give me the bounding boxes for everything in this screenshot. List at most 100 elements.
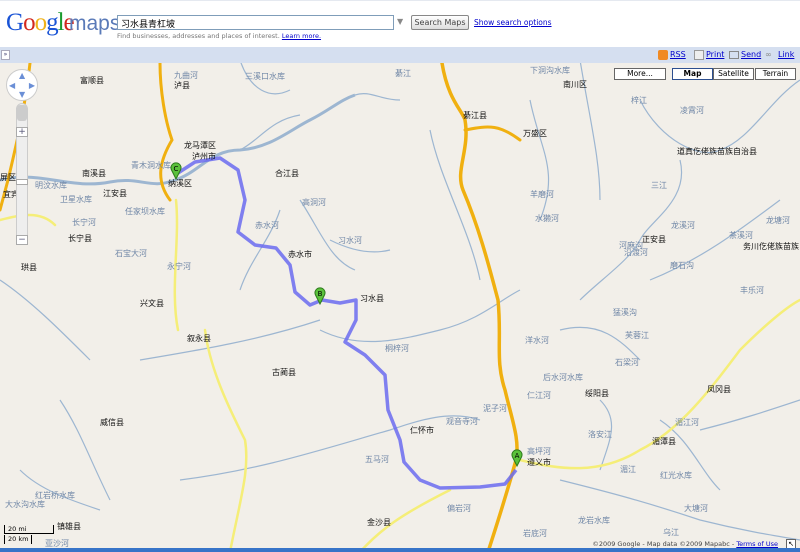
marker-c-label: C bbox=[174, 165, 179, 173]
map-label: 南溪县 bbox=[82, 169, 106, 178]
zoom-slider-handle[interactable] bbox=[16, 179, 28, 185]
rss-icon[interactable] bbox=[658, 50, 668, 60]
map-label: 石梁河 bbox=[615, 358, 639, 367]
map-label: 龙溪河 bbox=[671, 221, 695, 230]
map-label: 习水河 bbox=[338, 236, 362, 245]
map-label: 泸县 bbox=[174, 81, 190, 90]
map-label: 石宝大河 bbox=[115, 249, 147, 258]
map-canvas[interactable]: 富顺县 九曲河 泸县 三溪口水库 龙马潭区 泸州市 青木洞水库 纳溪区 南溪县 … bbox=[0, 63, 800, 548]
collapse-panel-button[interactable]: » bbox=[1, 50, 10, 60]
print-link[interactable]: Print bbox=[706, 50, 724, 59]
search-maps-button[interactable]: Search Maps bbox=[411, 15, 469, 30]
send-link[interactable]: Send bbox=[741, 50, 761, 59]
pan-right-icon[interactable]: ▶ bbox=[29, 81, 35, 90]
marker-b[interactable]: B bbox=[314, 287, 326, 305]
map-label: 下洞沟水库 bbox=[530, 66, 570, 75]
copyright: ©2009 Google - Map data ©2009 Mapabc - T… bbox=[592, 540, 778, 548]
map-label: 南川区 bbox=[563, 80, 587, 89]
map-label: 水獭河 bbox=[535, 214, 559, 223]
map-label: 威信县 bbox=[100, 418, 124, 427]
learn-more-link[interactable]: Learn more. bbox=[282, 32, 321, 40]
search-input[interactable]: 习水县青杠坡 bbox=[117, 15, 394, 30]
zoom-slider[interactable] bbox=[16, 103, 28, 243]
rivers bbox=[0, 63, 800, 541]
map-label: 江安县 bbox=[103, 189, 127, 198]
map-label: 卫星水库 bbox=[60, 195, 92, 204]
terms-of-use-link[interactable]: Terms of Use bbox=[736, 540, 778, 548]
map-label: 富顺县 bbox=[80, 76, 104, 85]
map-label: 道真仡佬族苗族自治县 bbox=[677, 147, 757, 156]
map-label: 猛溪沟 bbox=[613, 308, 637, 317]
map-label: 青木洞水库 bbox=[131, 161, 171, 170]
zoom-out-button[interactable]: − bbox=[16, 235, 28, 245]
map-type-terrain-button[interactable]: Terrain bbox=[755, 68, 796, 80]
route-line bbox=[177, 156, 518, 490]
map-label: 镇雄县 bbox=[57, 522, 81, 531]
map-label: 九曲河 bbox=[174, 71, 198, 80]
map-label: 合江县 bbox=[275, 169, 299, 178]
copyright-text: ©2009 Google - Map data ©2009 Mapabc - bbox=[592, 540, 737, 548]
pan-down-icon[interactable]: ▼ bbox=[19, 90, 25, 99]
map-label: 桐梓河 bbox=[385, 344, 409, 353]
map-label: 龙岩水库 bbox=[578, 516, 610, 525]
scale-km: 20 km bbox=[4, 535, 32, 544]
map-label: 屏区 bbox=[0, 173, 16, 182]
send-mail-icon[interactable] bbox=[729, 51, 739, 59]
print-icon[interactable] bbox=[694, 50, 704, 60]
map-label: 綦江 bbox=[395, 69, 411, 78]
map-label: 岩底河 bbox=[523, 529, 547, 538]
marker-a[interactable]: A bbox=[511, 449, 523, 467]
map-label: 金沙县 bbox=[367, 518, 391, 527]
map-label: 仁江河 bbox=[527, 391, 551, 400]
map-label: 纳溪区 bbox=[168, 179, 192, 188]
map-label: 万盛区 bbox=[523, 129, 547, 138]
map-label: 茶溪河 bbox=[729, 231, 753, 240]
pan-up-icon[interactable]: ▲ bbox=[19, 71, 25, 80]
maps-logo-text: maps bbox=[69, 12, 121, 35]
bottom-border bbox=[0, 548, 800, 552]
map-label: 羊磨河 bbox=[530, 190, 554, 199]
show-search-options-link[interactable]: Show search options bbox=[474, 18, 552, 27]
zoom-in-button[interactable]: + bbox=[16, 127, 28, 137]
map-label: 高坪河 bbox=[527, 447, 551, 456]
map-label: 观音寺河 bbox=[446, 417, 478, 426]
map-label: 长宁县 bbox=[68, 234, 92, 243]
map-label: 红光水库 bbox=[660, 471, 692, 480]
map-label: 赤水市 bbox=[288, 250, 312, 259]
google-logo[interactable]: Google bbox=[6, 9, 75, 37]
rss-link[interactable]: RSS bbox=[670, 50, 686, 59]
map-label: 大塘河 bbox=[684, 504, 708, 513]
marker-a-label: A bbox=[515, 452, 520, 460]
pan-left-icon[interactable]: ◀ bbox=[9, 81, 15, 90]
map-label: 红岩桥水库 bbox=[35, 491, 75, 500]
map-label: 赤水河 bbox=[255, 221, 279, 230]
overview-map-toggle-icon[interactable]: ↖ bbox=[786, 539, 796, 548]
map-label: 五马河 bbox=[365, 455, 389, 464]
map-label: 叙永县 bbox=[187, 334, 211, 343]
map-label: 高洞河 bbox=[302, 198, 326, 207]
map-label: 绥阳县 bbox=[585, 389, 609, 398]
map-label: 三溪口水库 bbox=[245, 72, 285, 81]
link-chain-icon[interactable]: ∞ bbox=[765, 50, 775, 60]
map-type-satellite-button[interactable]: Satellite bbox=[713, 68, 754, 80]
map-label: 兴文县 bbox=[140, 299, 164, 308]
map-label: 泸州市 bbox=[192, 152, 216, 161]
map-label: 丰乐河 bbox=[740, 286, 764, 295]
map-label: 芙蓉江 bbox=[625, 331, 649, 340]
map-label: 亚沙河 bbox=[45, 539, 69, 548]
search-history-dropdown-icon[interactable]: ▼ bbox=[397, 17, 403, 26]
map-label: 乌江 bbox=[663, 528, 679, 537]
map-label: 泥子河 bbox=[483, 404, 507, 413]
map-label: 务川仡佬族苗族自治县 bbox=[743, 242, 800, 251]
map-label: 磨石沟 bbox=[670, 261, 694, 270]
street-view-pegman-icon[interactable] bbox=[17, 105, 27, 121]
map-label: 洋水河 bbox=[525, 336, 549, 345]
map-label: 明汶水库 bbox=[35, 181, 67, 190]
map-type-map-button[interactable]: Map bbox=[672, 68, 713, 80]
link-link[interactable]: Link bbox=[778, 50, 794, 59]
map-label: 长宁河 bbox=[72, 218, 96, 227]
map-label: 洛安江 bbox=[588, 430, 612, 439]
marker-c[interactable]: C bbox=[170, 162, 182, 180]
more-layers-button[interactable]: More... bbox=[614, 68, 666, 80]
pan-control[interactable]: ▲ ◀ ▶ ▼ bbox=[6, 69, 38, 101]
